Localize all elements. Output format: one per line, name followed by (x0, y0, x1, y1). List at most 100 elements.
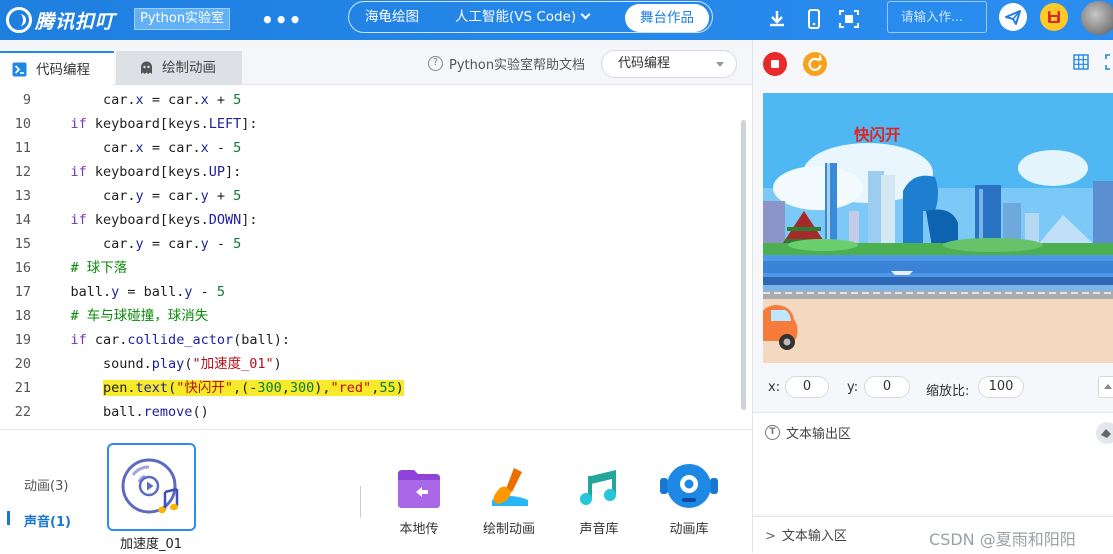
search-input[interactable]: 请输入作... (887, 1, 987, 33)
caret-up-icon (1104, 384, 1112, 389)
code-line[interactable]: 22 ball.remove() (0, 400, 740, 424)
code-token: ball. (38, 284, 112, 300)
code-text: car.x = car.x - 5 (38, 136, 241, 160)
code-token: ), (314, 380, 331, 396)
editor-tabs: 代码编程 绘制动画 ? Python实验室帮助文档 代码编程 (0, 40, 752, 85)
terminal-icon (12, 62, 27, 77)
local-upload-button[interactable]: 本地传 (384, 462, 454, 537)
mode-ai-label: 人工智能(VS Code) (455, 9, 577, 25)
scan-icon[interactable] (838, 8, 860, 30)
text-input-title: > 文本输入区 (765, 525, 847, 544)
code-token: 5 (233, 140, 242, 156)
code-line[interactable]: 13 car.y = car.y + 5 (0, 184, 740, 208)
code-token: if (70, 212, 87, 228)
code-token: - (208, 236, 234, 252)
animation-library-button[interactable]: 动画库 (654, 462, 724, 537)
city-background-image (763, 93, 1113, 363)
code-text: pen.text("快闪开",(-300,300),"red",55) (38, 376, 404, 400)
code-line[interactable]: 10 if keyboard[keys.LEFT]: (0, 112, 740, 136)
code-token: pen. (103, 380, 136, 396)
logo-text: 腾讯扣叮 (35, 10, 116, 33)
code-token: - (192, 284, 217, 300)
code-token: ) (395, 380, 404, 396)
code-line[interactable]: 17 ball.y = ball.y - 5 (0, 280, 740, 304)
music-note-icon (580, 470, 616, 505)
save-icon (1048, 11, 1060, 23)
code-token: ,(- (232, 380, 258, 396)
code-line[interactable]: 9 car.x = car.x + 5 (0, 88, 740, 112)
code-line[interactable]: 11 car.x = car.x - 5 (0, 136, 740, 160)
code-line[interactable]: 14 if keyboard[keys.DOWN]: (0, 208, 740, 232)
collapse-button[interactable] (1098, 376, 1113, 398)
tab-draw-animation[interactable]: 绘制动画 (116, 51, 242, 85)
code-token: + (208, 188, 234, 204)
code-text: car.y = car.y - 5 (38, 232, 241, 256)
editor-scrollbar[interactable] (741, 120, 746, 410)
code-token: car. (38, 92, 136, 108)
clear-output-icon[interactable] (1093, 421, 1113, 445)
mode-stage-works[interactable]: 舞台作品 (625, 4, 709, 32)
code-line[interactable]: 19 if car.collide_actor(ball): (0, 328, 740, 352)
grid-icon[interactable] (1073, 54, 1089, 70)
mobile-icon[interactable] (804, 8, 824, 30)
help-doc-link[interactable]: ? Python实验室帮助文档 (428, 54, 585, 73)
stage-canvas[interactable]: 快闪开 (763, 93, 1113, 363)
line-number: 19 (14, 332, 31, 348)
mode-select[interactable]: 代码编程 (601, 50, 737, 78)
code-line[interactable]: 18 # 车与球碰撞，球消失 (0, 304, 740, 328)
tab-code[interactable]: 代码编程 (0, 51, 114, 85)
category-sound[interactable]: 声音(1) (24, 511, 71, 530)
zoom-field[interactable]: 100 (978, 376, 1024, 398)
sound-library-button[interactable]: 声音库 (564, 462, 634, 537)
line-number: 11 (14, 140, 31, 156)
code-token: remove (143, 404, 193, 420)
logo[interactable]: 腾讯扣叮 (6, 7, 115, 33)
code-token: x (200, 140, 209, 156)
watermark: CSDN @夏雨和阳阳 (929, 530, 1076, 549)
code-line[interactable]: 16 # 球下落 (0, 256, 740, 280)
chevron-down-icon (580, 9, 591, 20)
local-upload-label: 本地传 (399, 522, 439, 537)
mode-ai-vscode[interactable]: 人工智能(VS Code) (435, 2, 605, 32)
help-icon: ? (428, 56, 443, 71)
code-line[interactable]: 20 sound.play("加速度_01") (0, 352, 740, 376)
code-token: + (208, 92, 234, 108)
code-token: - (208, 140, 234, 156)
code-text: if keyboard[keys.UP]: (38, 160, 242, 184)
share-button[interactable] (999, 3, 1027, 31)
code-text: if keyboard[keys.DOWN]: (38, 208, 258, 232)
user-avatar[interactable] (1081, 1, 1113, 35)
code-token: ) (273, 356, 282, 372)
code-line[interactable]: 15 car.y = car.y - 5 (0, 232, 740, 256)
fullscreen-icon[interactable] (1105, 54, 1113, 70)
code-line[interactable]: 21 pen.text("快闪开",(-300,300),"red",55) (0, 376, 740, 400)
text-input-area[interactable]: > 文本输入区 CSDN @夏雨和阳阳 (753, 516, 1113, 553)
code-editor[interactable]: 9 car.x = car.x + 5 10 if keyboard[keys.L… (0, 86, 752, 429)
code-token: "red" (330, 380, 372, 396)
top-bar: 腾讯扣叮 Python实验室 ••• 海龟绘图 人工智能(VS Code) 舞台… (0, 0, 1113, 40)
mode-turtle[interactable]: 海龟绘图 (349, 2, 435, 32)
stop-button[interactable] (763, 52, 787, 76)
code-token: text (135, 380, 169, 396)
caret-down-icon (716, 62, 724, 67)
x-coordinate-field[interactable]: 0 (785, 376, 829, 398)
draw-animation-button[interactable]: 绘制动画 (474, 462, 544, 537)
chevron-right-icon: > (765, 529, 776, 544)
category-animation[interactable]: 动画(3) (24, 475, 68, 494)
save-button[interactable] (1040, 3, 1068, 31)
restart-button[interactable] (803, 52, 827, 76)
more-menu-button[interactable]: ••• (261, 8, 302, 32)
sound-card[interactable] (107, 443, 196, 531)
download-icon[interactable] (767, 8, 787, 30)
code-token: 300 (257, 380, 282, 396)
y-coordinate-field[interactable]: 0 (864, 376, 910, 398)
code-text: if keyboard[keys.LEFT]: (38, 112, 258, 136)
x-label: x: (768, 380, 781, 395)
code-line[interactable]: 12 if keyboard[keys.UP]: (0, 160, 740, 184)
code-token: # 球下落 (70, 260, 128, 276)
code-token: UP (208, 164, 225, 180)
